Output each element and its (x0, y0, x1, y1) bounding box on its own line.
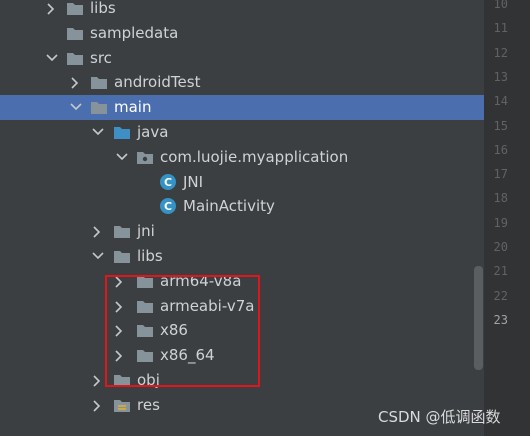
folder-icon (66, 26, 84, 41)
line-number: 16 (493, 142, 508, 157)
chevron-down-icon[interactable] (90, 120, 104, 145)
line-number: 15 (493, 118, 508, 133)
folder-icon (113, 249, 131, 264)
tree-row[interactable]: jni (0, 219, 484, 244)
folder-icon (90, 100, 108, 115)
class-icon: C (159, 173, 177, 190)
tree-row-label: jni (137, 222, 155, 241)
line-number: 12 (493, 45, 508, 60)
line-number: 23 (493, 312, 508, 327)
folder-icon (113, 224, 131, 239)
tree-row-label: sampledata (90, 23, 179, 42)
watermark: CSDN @低调函数 (378, 408, 501, 426)
line-number: 21 (493, 264, 508, 279)
chevron-right-icon[interactable] (90, 393, 104, 418)
tree-row-label: JNI (183, 172, 204, 191)
tree-row[interactable]: main (0, 95, 484, 121)
svg-text:C: C (164, 176, 172, 189)
tree-row[interactable]: com.luojie.myapplication (0, 145, 484, 170)
line-number: 17 (493, 167, 508, 182)
scrollbar-thumb[interactable] (474, 266, 483, 370)
folder-icon (66, 51, 84, 66)
line-number-gutter: 10 11 12 13 14 15 16 17 18 19 20 21 22 23 (484, 0, 530, 436)
line-number: 18 (493, 191, 508, 206)
tree-row[interactable]: androidTest (0, 70, 484, 95)
chevron-right-icon[interactable] (90, 368, 104, 393)
tree-row-label: src (90, 48, 112, 67)
chevron-down-icon[interactable] (90, 244, 104, 269)
chevron-down-icon[interactable] (44, 46, 58, 71)
chevron-right-icon[interactable] (68, 70, 82, 95)
tree-row[interactable]: libs (0, 0, 484, 21)
line-number: 11 (493, 21, 508, 36)
tree-row-label: androidTest (114, 73, 201, 92)
package-icon (136, 150, 154, 165)
tree-row-label: res (137, 395, 160, 414)
tree-row-label: libs (137, 247, 163, 265)
red-annotation-box (105, 275, 260, 387)
chevron-right-icon[interactable] (90, 219, 104, 244)
line-number: 20 (493, 240, 508, 254)
tree-row-label: com.luojie.myapplication (160, 147, 349, 166)
resource-folder-icon (113, 398, 131, 413)
svg-text:C: C (164, 200, 172, 213)
chevron-right-icon[interactable] (44, 0, 58, 21)
tree-row-label: main (114, 98, 152, 117)
line-number: 14 (493, 94, 508, 109)
tree-row[interactable]: C JNI (0, 170, 484, 195)
tree-row[interactable]: sampledata (0, 21, 484, 46)
line-number: 13 (493, 69, 508, 84)
tree-row[interactable]: libs (0, 244, 484, 269)
source-folder-icon (113, 125, 131, 140)
tree-row-label: MainActivity (183, 197, 275, 216)
tree-row[interactable]: src (0, 46, 484, 71)
folder-icon (90, 75, 108, 90)
tree-row[interactable]: C MainActivity (0, 194, 484, 219)
chevron-down-icon[interactable] (114, 145, 128, 170)
line-number: 19 (493, 215, 508, 230)
tree-row-label: java (137, 123, 169, 141)
class-icon: C (159, 197, 177, 215)
line-number: 22 (493, 288, 508, 303)
tree-row[interactable]: java (0, 120, 484, 145)
chevron-down-icon[interactable] (68, 95, 82, 120)
tree-row-label: libs (90, 0, 116, 17)
folder-icon (66, 1, 84, 16)
line-number: 10 (493, 0, 508, 11)
